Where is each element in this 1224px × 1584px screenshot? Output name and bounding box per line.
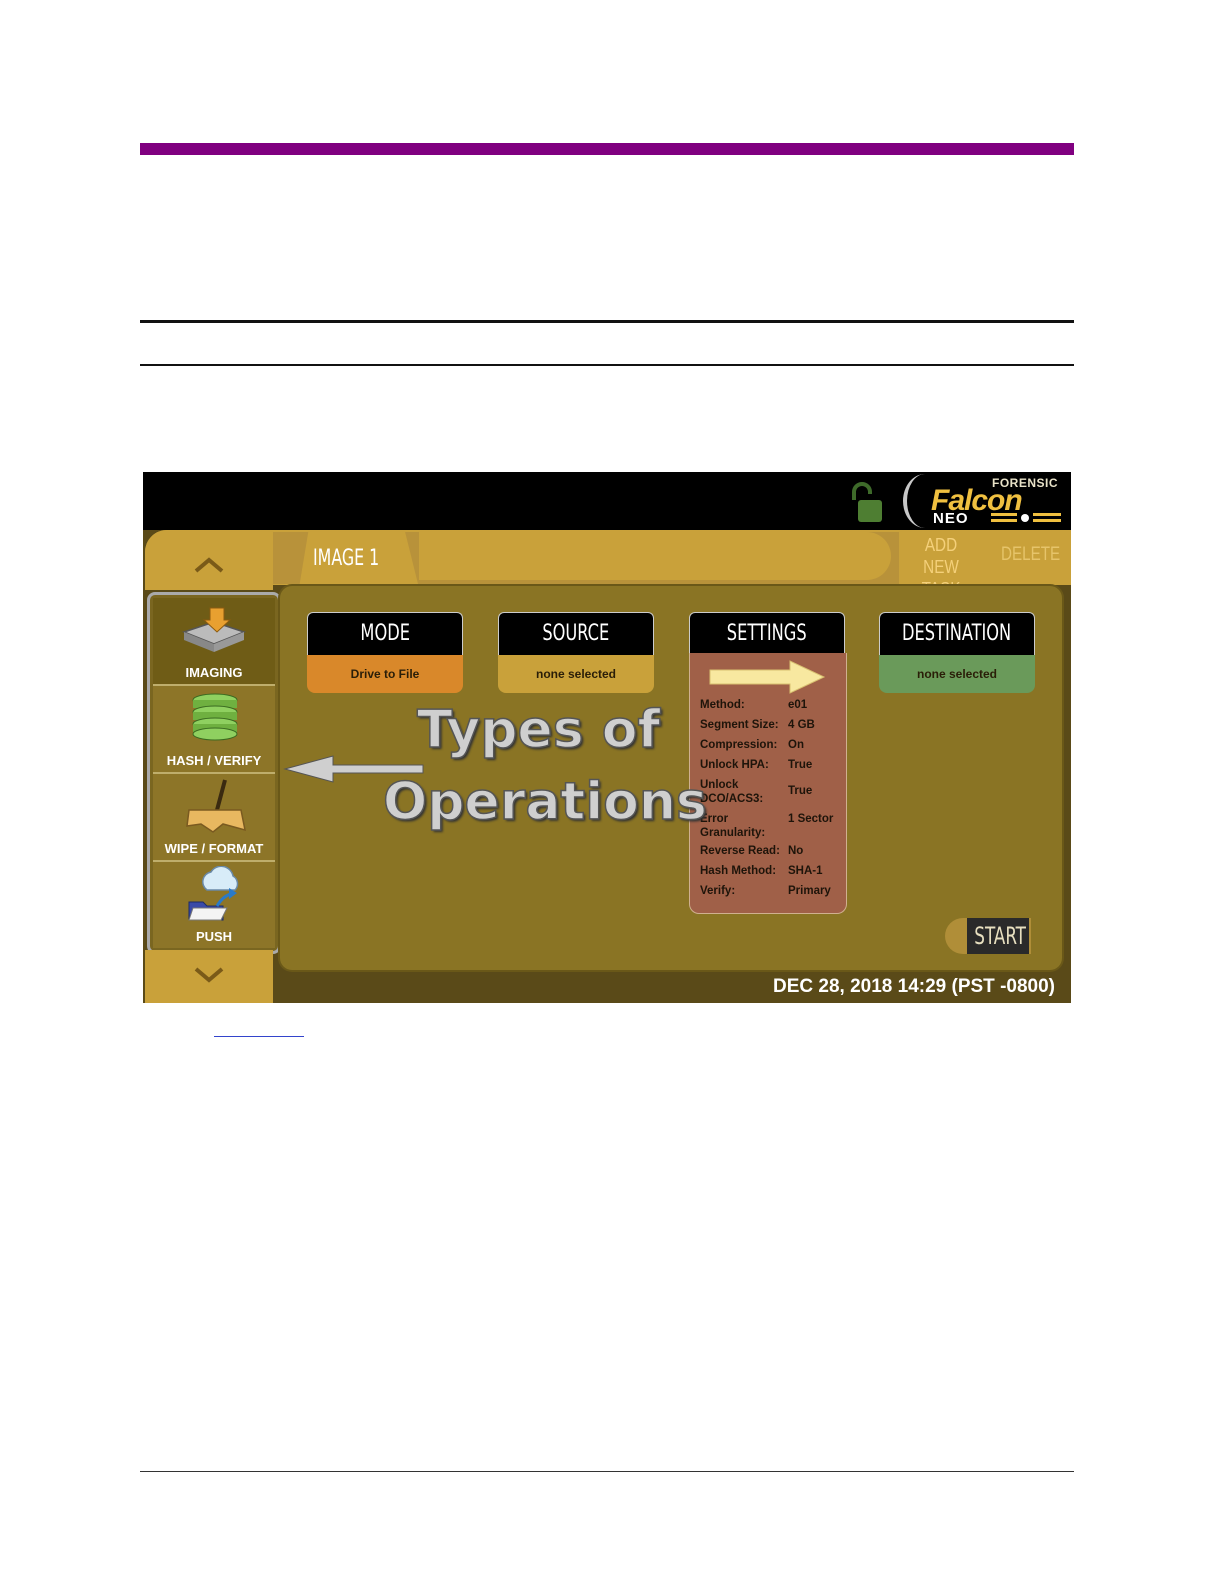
operation-label: IMAGING [185,665,243,680]
operation-imaging[interactable]: IMAGING [153,598,275,686]
hash-stack-icon [192,693,238,741]
setting-label: Method: [700,699,745,711]
settings-card[interactable]: SETTINGS [689,612,845,655]
footer-rule [140,1471,1074,1472]
arrow-right-icon [709,660,826,694]
setting-value: On [788,739,804,751]
operation-label: HASH / VERIFY [166,753,262,768]
source-card-value: none selected [498,655,654,693]
mode-card[interactable]: MODE Drive to File [307,612,463,693]
setting-label: Unlock HPA: [700,759,769,771]
setting-label: Unlock DCO/ACS3: [700,779,764,805]
logo-neo-text: NEO [933,510,969,527]
unlocked-padlock-icon[interactable] [848,482,884,524]
setting-value: True [788,759,813,771]
setting-label: Reverse Read: [700,845,780,857]
settings-details[interactable]: Method: e01 Segment Size: 4 GB Compressi… [689,653,847,914]
broom-icon [186,779,246,833]
setting-label: Hash Method: [700,865,777,877]
setting-value: Primary [788,885,831,897]
setting-value: SHA-1 [788,865,823,877]
mode-card-title: MODE [307,612,463,655]
setting-label: Verify: [700,885,736,897]
setting-label: Segment Size: [700,719,779,731]
setting-value: True [788,785,813,797]
falcon-neo-logo: FORENSIC Falcon NEO [903,472,1071,530]
logo-stripes-icon [991,513,1061,522]
setting-label: Error Granularity: [700,813,766,839]
mode-card-value: Drive to File [307,655,463,693]
setting-value: 4 GB [788,719,815,731]
tab-image-1-label[interactable]: IMAGE 1 [313,546,379,571]
tab-pill [419,532,891,580]
chevron-down-icon[interactable] [193,966,225,984]
falcon-neo-screenshot: FORENSIC Falcon NEO IMAGE 1 ADD NEW TASK… [143,472,1071,1003]
document-link-underline[interactable] [214,1036,304,1037]
setting-value: No [788,845,804,857]
operations-list: IMAGING HASH / VERIFY WIPE / FORMAT PUSH [147,592,281,954]
start-button[interactable]: START [967,918,1029,954]
imaging-icon [181,607,247,652]
document-header-bar [140,143,1074,155]
settings-card-title: SETTINGS [689,612,845,655]
chevron-up-icon[interactable] [193,556,225,574]
operation-label: PUSH [195,929,233,944]
add-new-label: ADD NEW [923,535,959,577]
setting-label: Compression: [700,739,778,751]
source-card-title: SOURCE [498,612,654,655]
overlay-title-line1: Types of [416,699,661,761]
operation-push[interactable]: PUSH [153,862,275,948]
operation-hash-verify[interactable]: HASH / VERIFY [153,686,275,774]
destination-card-title: DESTINATION [879,612,1035,655]
date-time-readout: DEC 28, 2018 14:29 (PST -0800) [773,976,1055,997]
section-rule-top [140,320,1074,323]
delete-button[interactable]: DELETE [1001,544,1060,566]
operation-label: WIPE / FORMAT [164,841,264,856]
cloud-push-icon [188,866,239,921]
setting-value: 1 Sector [788,813,834,825]
source-card[interactable]: SOURCE none selected [498,612,654,693]
destination-card[interactable]: DESTINATION none selected [879,612,1035,693]
operation-wipe-format[interactable]: WIPE / FORMAT [153,774,275,862]
destination-card-value: none selected [879,655,1035,693]
section-rule-bottom [140,364,1074,366]
overlay-title-line2: Operations [382,771,707,833]
setting-value: e01 [788,699,808,711]
